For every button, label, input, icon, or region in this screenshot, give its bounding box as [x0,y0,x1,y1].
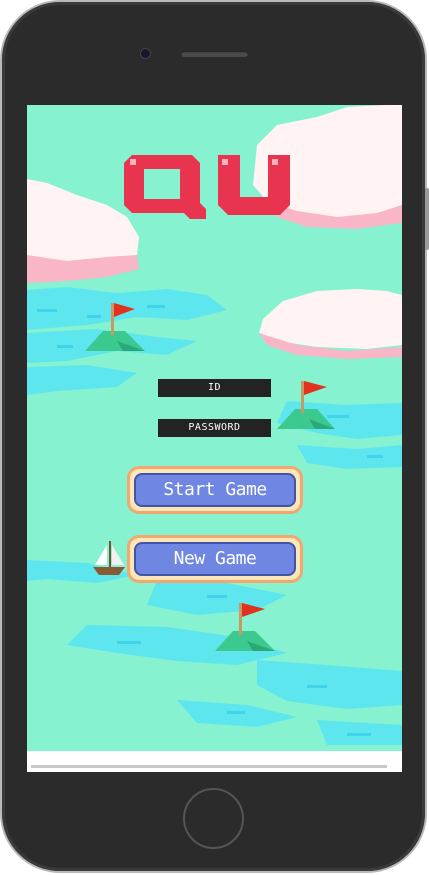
cloud-right-middle [259,289,402,359]
id-input[interactable] [158,379,271,397]
power-button[interactable] [425,188,429,250]
front-camera [141,49,150,58]
sailboat [93,541,125,575]
device-screen: QU Start Game New Game [27,105,402,772]
start-game-label: Start Game [134,473,296,507]
start-game-button[interactable]: Start Game [127,466,303,514]
home-button[interactable] [183,788,244,849]
screen-bottom-divider [31,765,387,768]
game-logo: QU [124,155,290,219]
password-input[interactable] [158,419,271,437]
earpiece-speaker [181,51,248,57]
game-canvas: QU Start Game New Game [27,105,402,751]
new-game-label: New Game [134,542,296,576]
new-game-button[interactable]: New Game [127,535,303,583]
phone-frame: QU Start Game New Game [2,2,429,871]
